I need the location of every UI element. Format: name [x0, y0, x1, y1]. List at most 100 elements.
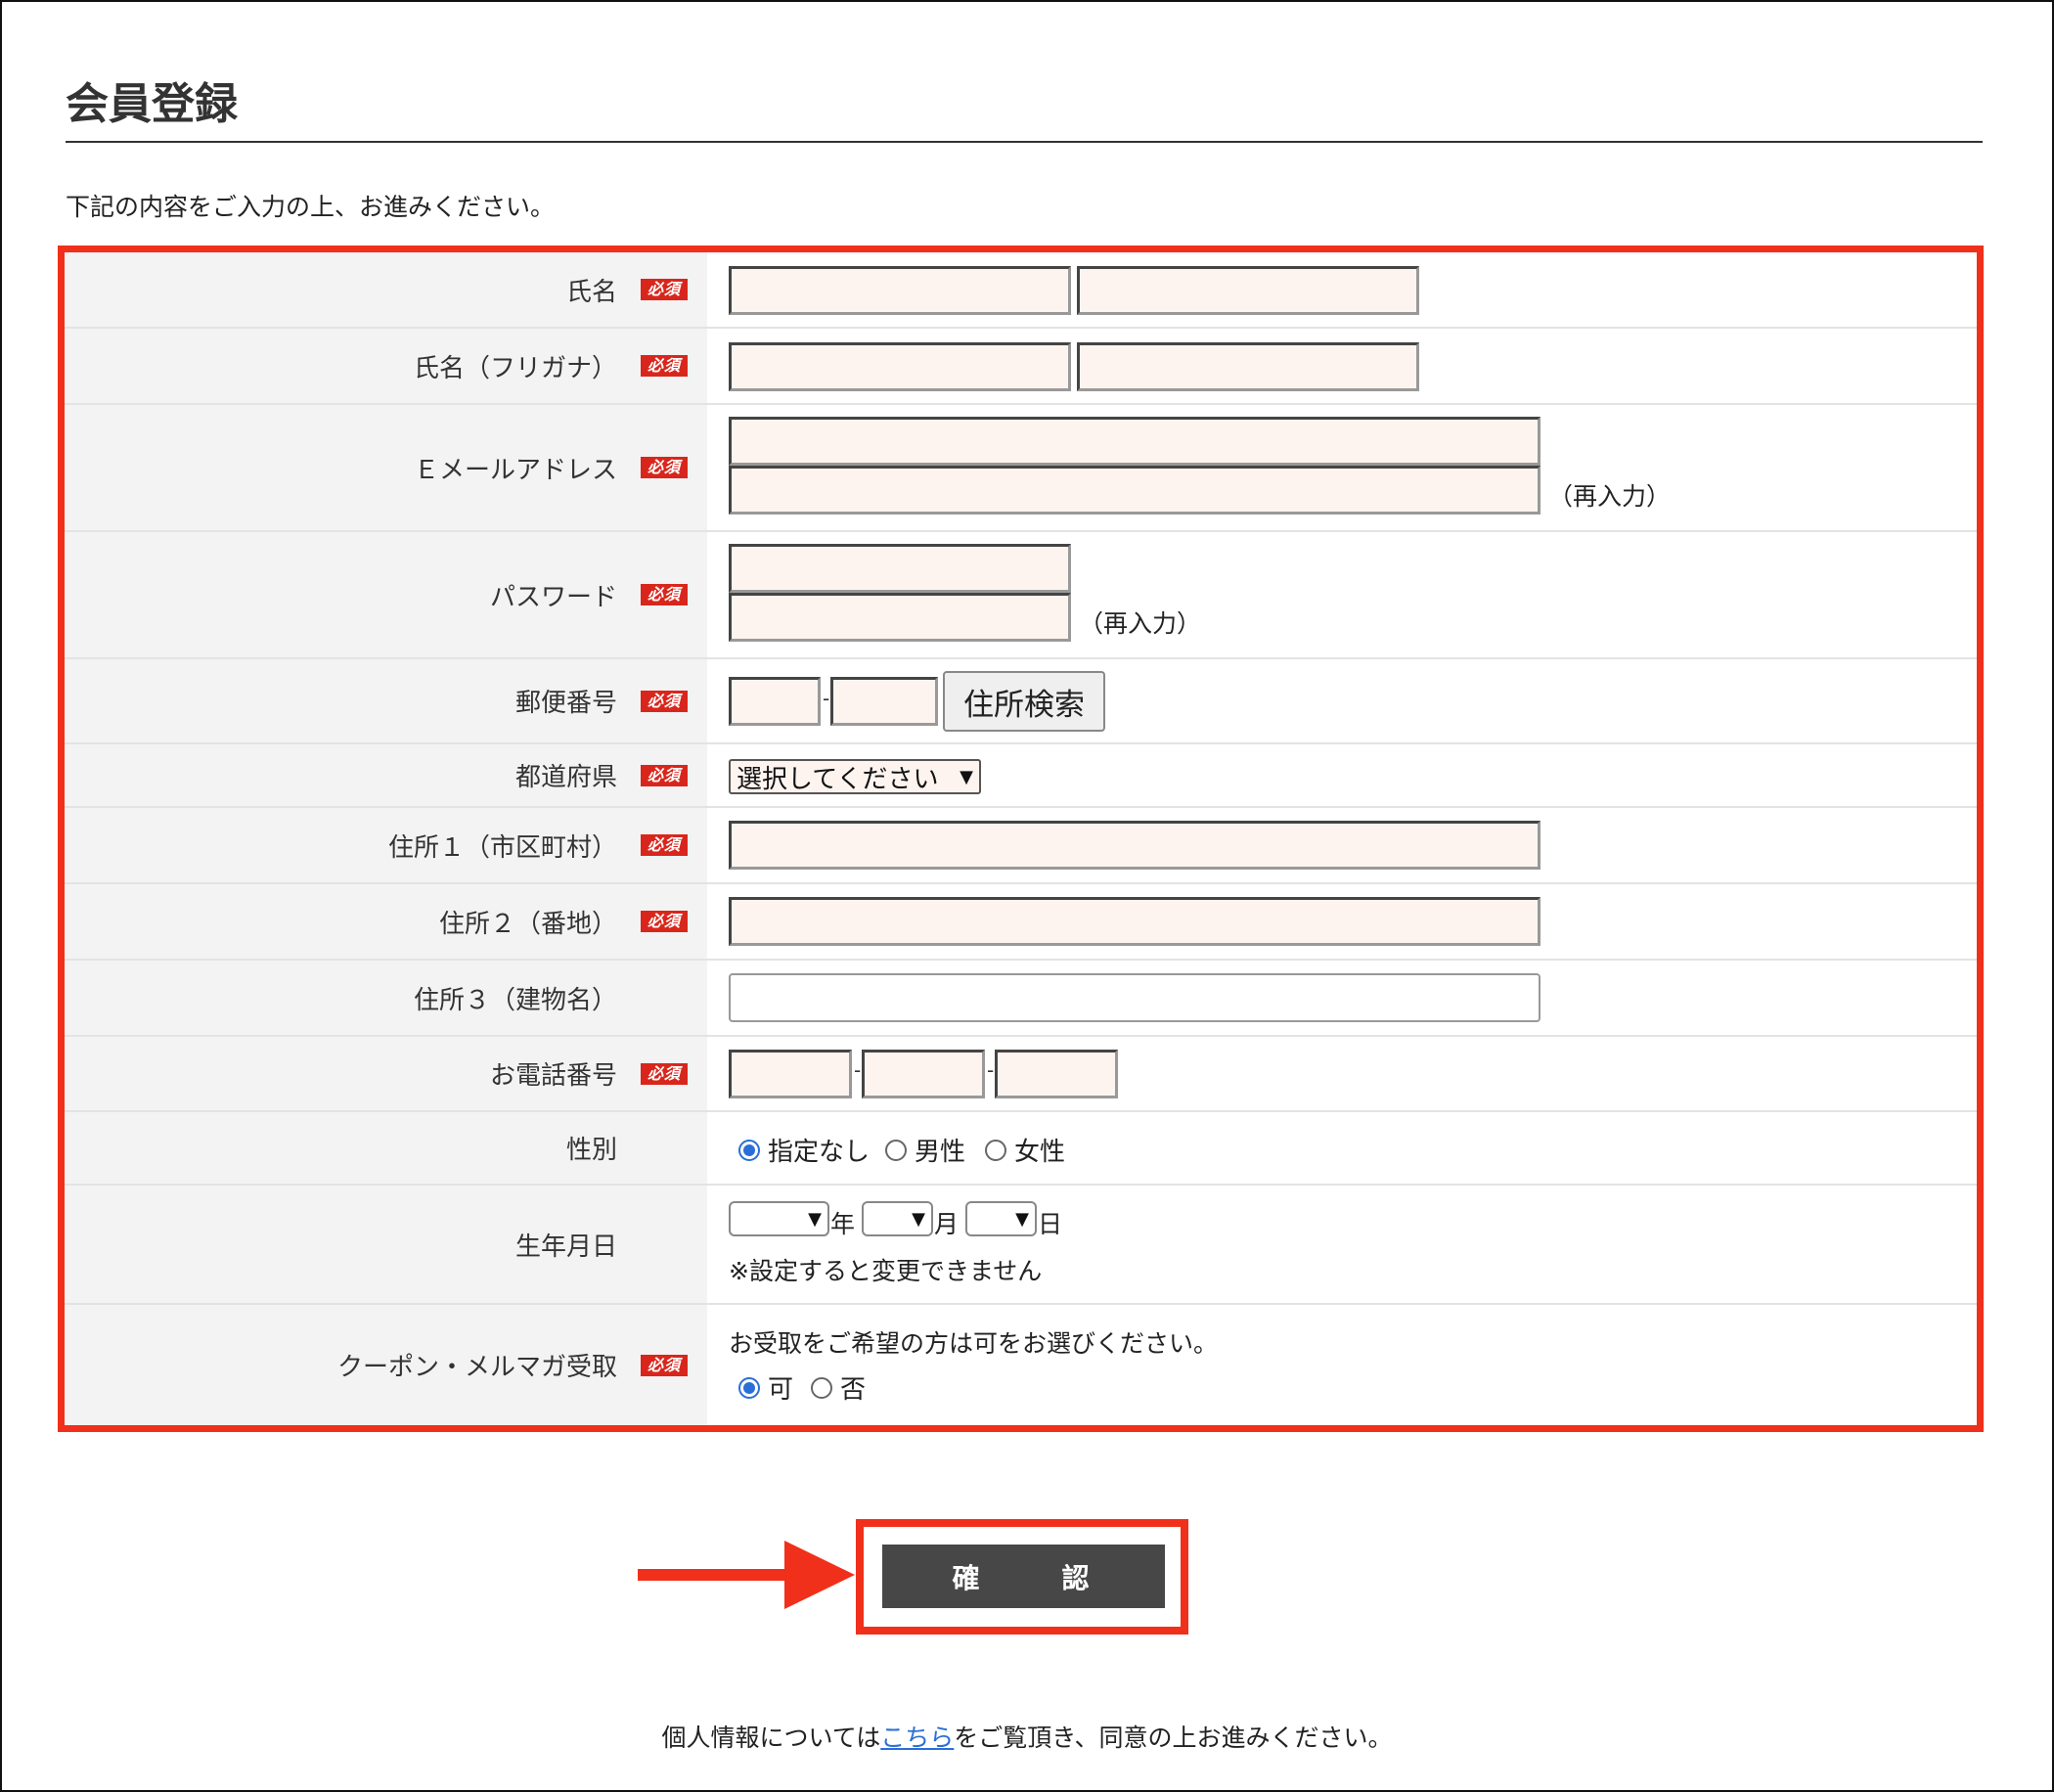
required-badge: 必須: [641, 584, 688, 605]
row-kana: 氏名（フリガナ） 必須: [65, 329, 1977, 405]
phone-first-input[interactable]: [729, 1050, 852, 1098]
address3-input[interactable]: [729, 973, 1540, 1022]
reenter-note: （再入力）: [1548, 482, 1672, 511]
password-input[interactable]: [729, 544, 1071, 593]
first-name-input[interactable]: [1077, 266, 1419, 315]
field-cell: [729, 808, 1977, 882]
field-cell: お受取をご希望の方は可をお選びください。 可 否: [729, 1305, 1977, 1425]
address1-input[interactable]: [729, 821, 1540, 870]
field-cell: [729, 252, 1977, 327]
radio-icon[interactable]: [811, 1376, 832, 1399]
row-phone: お電話番号 必須 - -: [65, 1037, 1977, 1112]
chevron-down-icon: ▼: [960, 766, 973, 787]
newsletter-option-no[interactable]: 否: [811, 1369, 866, 1406]
label-cell: クーポン・メルマガ受取 必須: [65, 1305, 707, 1425]
page-title: 会員登録: [66, 79, 238, 129]
gender-option-label: 女性: [1014, 1138, 1066, 1167]
address2-label: 住所２（番地）: [438, 909, 617, 939]
birth-year-select[interactable]: ▼: [729, 1201, 829, 1236]
label-cell: 生年月日: [65, 1186, 707, 1303]
gender-option-male[interactable]: 男性: [885, 1132, 965, 1168]
row-address2: 住所２（番地） 必須: [65, 884, 1977, 961]
row-postal: 郵便番号 必須 - 住所検索: [65, 659, 1977, 744]
address-search-button[interactable]: 住所検索: [943, 671, 1105, 732]
postal-hyphen: -: [823, 687, 830, 710]
password-confirm-input[interactable]: [729, 593, 1071, 642]
field-cell: （再入力）: [729, 405, 1977, 530]
row-birthday: 生年月日 ▼ 年 ▼ 月 ▼ 日 ※設定すると変更できません: [65, 1186, 1977, 1305]
privacy-text-before: 個人情報については: [661, 1724, 881, 1752]
birthday-label: 生年月日: [514, 1232, 617, 1262]
row-prefecture: 都道府県 必須 選択してください ▼: [65, 744, 1977, 808]
required-badge: 必須: [641, 1354, 688, 1376]
chevron-down-icon: ▼: [808, 1208, 822, 1230]
field-cell: 選択してください ▼: [729, 744, 1977, 806]
phone-second-input[interactable]: [862, 1050, 985, 1098]
required-badge: 必須: [641, 764, 688, 786]
field-cell: - 住所検索: [729, 659, 1977, 742]
postal-code-second-input[interactable]: [830, 677, 938, 726]
newsletter-label: クーポン・メルマガ受取: [336, 1353, 617, 1382]
birth-month-select[interactable]: ▼: [862, 1201, 933, 1236]
birthday-note: ※設定すると変更できません: [729, 1257, 1043, 1285]
row-address1: 住所１（市区町村） 必須: [65, 808, 1977, 884]
newsletter-option-label: 否: [840, 1375, 867, 1405]
postal-code-first-input[interactable]: [729, 677, 821, 726]
required-badge: 必須: [641, 279, 688, 300]
title-divider: [66, 141, 1983, 143]
privacy-link[interactable]: こちら: [880, 1724, 954, 1752]
field-cell: - -: [729, 1037, 1977, 1110]
required-badge: 必須: [641, 834, 688, 856]
prefecture-select[interactable]: 選択してください ▼: [729, 759, 981, 794]
month-unit: 月: [934, 1210, 960, 1238]
birth-day-select[interactable]: ▼: [965, 1201, 1037, 1236]
required-badge: 必須: [641, 690, 688, 712]
email-confirm-input[interactable]: [729, 466, 1540, 515]
field-cell: 指定なし 男性 女性: [729, 1112, 1977, 1184]
field-cell: ▼ 年 ▼ 月 ▼ 日 ※設定すると変更できません: [729, 1186, 1977, 1303]
address3-label: 住所３（建物名）: [413, 985, 617, 1015]
address2-input[interactable]: [729, 897, 1540, 946]
radio-selected-icon[interactable]: [738, 1139, 760, 1161]
row-name: 氏名 必須: [65, 252, 1977, 329]
phone-hyphen: -: [987, 1058, 995, 1082]
gender-option-female[interactable]: 女性: [985, 1132, 1065, 1168]
gender-option-label: 男性: [915, 1138, 966, 1167]
required-badge: 必須: [641, 1062, 688, 1085]
row-gender: 性別 指定なし 男性 女性: [65, 1112, 1977, 1186]
last-name-kana-input[interactable]: [729, 342, 1071, 391]
radio-icon[interactable]: [985, 1139, 1006, 1161]
privacy-notice: 個人情報についてはこちらをご覧頂き、同意の上お進みください。: [0, 1719, 2054, 1754]
postal-label: 郵便番号: [514, 689, 617, 718]
label-cell: 氏名 必須: [65, 252, 707, 327]
newsletter-prompt: お受取をご希望の方は可をお選びください。: [729, 1329, 1219, 1358]
field-cell: [729, 329, 1977, 403]
registration-form: 氏名 必須 氏名（フリガナ） 必須 Ｅメールアドレス 必須 （再入力） パスワー…: [58, 246, 1984, 1432]
email-label: Ｅメールアドレス: [413, 455, 617, 485]
gender-option-label: 指定なし: [768, 1138, 871, 1167]
label-cell: 住所３（建物名）: [65, 961, 707, 1035]
required-badge: 必須: [641, 911, 688, 932]
chevron-down-icon: ▼: [1015, 1208, 1029, 1230]
label-cell: 郵便番号 必須: [65, 659, 707, 742]
address1-label: 住所１（市区町村）: [387, 832, 617, 863]
newsletter-option-yes[interactable]: 可: [738, 1369, 793, 1406]
privacy-text-after: をご覧頂き、同意の上お進みください。: [954, 1724, 1393, 1752]
field-cell: （再入力）: [729, 532, 1977, 657]
year-unit: 年: [830, 1210, 856, 1238]
row-email: Ｅメールアドレス 必須 （再入力）: [65, 405, 1977, 532]
confirm-button[interactable]: 確 認: [882, 1545, 1165, 1608]
prefecture-selected-value: 選択してください: [737, 764, 939, 794]
row-newsletter: クーポン・メルマガ受取 必須 お受取をご希望の方は可をお選びください。 可 否: [65, 1305, 1977, 1425]
radio-selected-icon[interactable]: [738, 1376, 760, 1399]
phone-third-input[interactable]: [995, 1050, 1118, 1098]
email-input[interactable]: [729, 417, 1540, 466]
arrow-right-icon: [638, 1541, 855, 1609]
name-label: 氏名: [565, 277, 617, 307]
first-name-kana-input[interactable]: [1077, 342, 1419, 391]
required-badge: 必須: [641, 457, 688, 478]
radio-icon[interactable]: [885, 1139, 907, 1161]
required-badge: 必須: [641, 355, 688, 377]
last-name-input[interactable]: [729, 266, 1071, 315]
gender-option-unspecified[interactable]: 指定なし: [738, 1132, 870, 1168]
